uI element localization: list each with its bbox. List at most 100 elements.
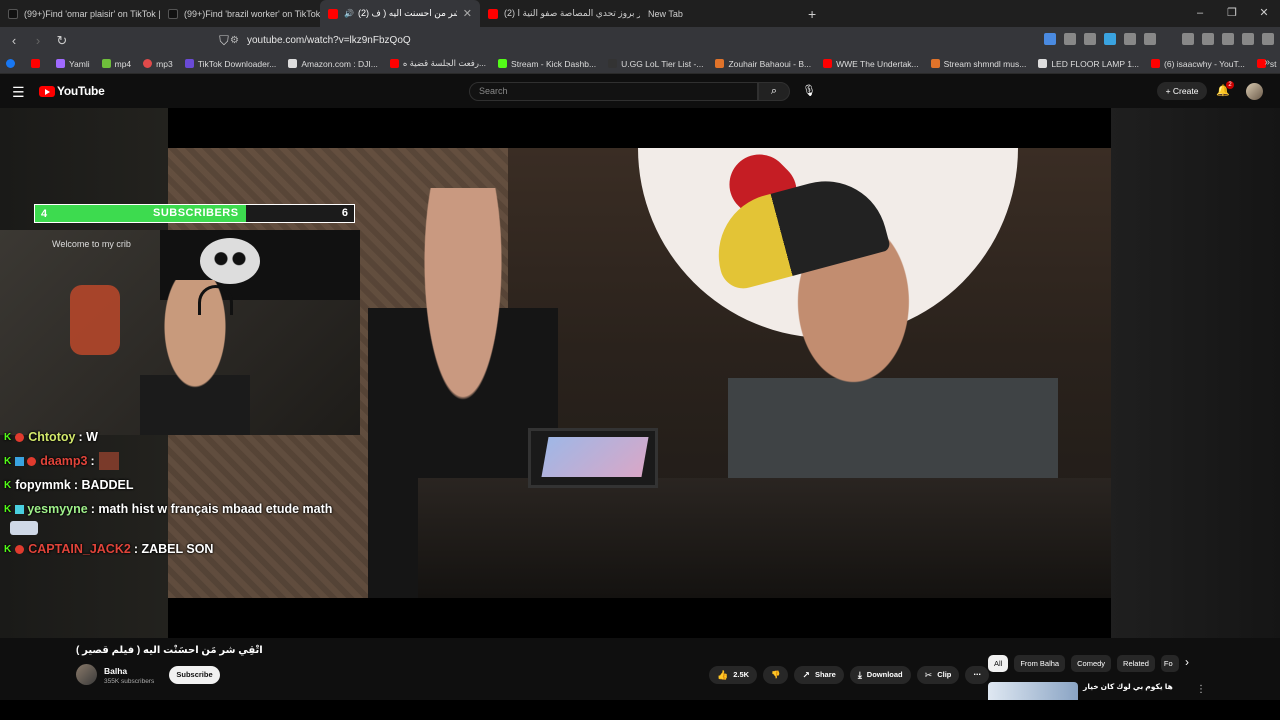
youtube-icon (488, 8, 498, 19)
bookmark-item[interactable]: WWE The Undertak... (823, 59, 919, 69)
browser-tab[interactable]: (2) امير بروز تحدي المصاصة صفو النية ا (480, 0, 640, 27)
tab-title: (2) امير بروز تحدي المصاصة صفو النية ا (504, 8, 640, 18)
chip-comedy[interactable]: Comedy (1071, 655, 1112, 672)
subscriber-goal-target: 6 (341, 207, 348, 219)
tiktok-icon (8, 8, 18, 19)
site-info-icon[interactable]: ⚙ (230, 35, 239, 46)
bookmark-item[interactable]: LED FLOOR LAMP 1... (1038, 59, 1139, 69)
chat-emote (10, 521, 38, 535)
bookmark-item[interactable]: mp4 (101, 59, 131, 69)
hamburger-menu-icon[interactable]: ☰ (12, 84, 25, 101)
clip-button[interactable]: ✂ Clip (916, 666, 960, 684)
extension-icon[interactable] (1124, 33, 1136, 45)
channel-avatar[interactable] (76, 664, 97, 685)
browser-tab[interactable]: New Tab (640, 0, 800, 27)
chat-text: math hist w français mbaad etude math (98, 502, 333, 516)
more-icon: ⋯ (973, 670, 981, 679)
new-tab-button[interactable]: + (800, 0, 824, 27)
close-tab-icon[interactable]: ✕ (463, 7, 472, 20)
search-button[interactable]: ⌕ (758, 82, 790, 101)
create-button[interactable]: + Create (1157, 82, 1207, 100)
browser-tab-active[interactable]: 🔊 (2) القي شر من احسنت اليه ( ف ✕ (320, 0, 480, 27)
chat-username: Chtotoy (28, 430, 76, 444)
url-input[interactable]: ⚙ youtube.com/watch?v=lkz9nFbzQoQ (230, 32, 960, 49)
browser-tab[interactable]: (99+)Find 'brazil worker' on TikTok | T (160, 0, 320, 27)
profile-icon[interactable] (1242, 33, 1254, 45)
bookmark-item[interactable]: Stream shmndl mus... (930, 59, 1026, 69)
notification-count-badge: 2 (1226, 81, 1234, 89)
chip-from-channel[interactable]: From Balha (1014, 655, 1066, 672)
download-icon (101, 59, 111, 68)
bookmark-item[interactable]: U.GG LoL Tier List -... (608, 59, 703, 69)
subscribe-button[interactable]: Subscribe (169, 666, 220, 684)
voice-search-button[interactable]: 🎙 (799, 82, 819, 101)
window-controls: – ❐ ✕ (1184, 0, 1280, 27)
browser-tab[interactable]: (99+)Find 'omar plaisir' on TikTok | T (0, 0, 160, 27)
forward-icon[interactable]: › (28, 33, 48, 48)
kick-badge-icon: K (4, 503, 12, 515)
chevron-right-icon[interactable]: › (1185, 655, 1189, 669)
chip-more[interactable]: Fo (1160, 655, 1179, 672)
more-actions-button[interactable]: ⋯ (965, 666, 989, 684)
bookmark-item[interactable]: Zouhair Bahaoui - B... (715, 59, 811, 69)
bookmark-item[interactable]: mp3 (143, 59, 173, 69)
bookmark-item[interactable]: TikTok Downloader... (184, 59, 276, 69)
music-icon[interactable] (1182, 33, 1194, 45)
recommended-video-title[interactable]: ها يكوم بي لوك كان خيار (1083, 682, 1173, 691)
sidebar-icon[interactable] (1202, 33, 1214, 45)
wallet-icon[interactable] (1222, 33, 1234, 45)
subscriber-goal-bar: 4 SUBSCRIBERS 6 (34, 204, 355, 223)
chip-all[interactable]: All (988, 655, 1009, 672)
video-actions: 👍 2.5K 👎 ↗ Share ⤓ Download ✂ Clip ⋯ (709, 666, 989, 684)
channel-name[interactable]: Balha (104, 666, 127, 676)
kick-icon (498, 59, 508, 68)
search-input[interactable]: Search (469, 82, 758, 101)
bookmark-item[interactable]: Amazon.com : DJI... (288, 59, 378, 69)
share-button[interactable]: ↗ Share (794, 666, 844, 684)
video-player[interactable]: 4 SUBSCRIBERS 6 Welcome to my crib K Cht… (0, 108, 1280, 638)
youtube-logo[interactable]: YouTube (39, 84, 105, 98)
account-avatar[interactable] (1246, 83, 1263, 100)
reload-icon[interactable]: ↻ (52, 33, 72, 49)
extension-icon[interactable] (1104, 33, 1116, 45)
mp3-icon (143, 59, 153, 68)
extension-icon[interactable] (1084, 33, 1096, 45)
like-button[interactable]: 👍 2.5K (709, 666, 758, 684)
bookmark-item[interactable] (31, 59, 44, 68)
dislike-button[interactable]: 👎 (763, 666, 789, 684)
channel-subscriber-count: 355K subscribers (104, 678, 155, 685)
bookmark-item[interactable]: رفعت الجلسة قضية ه... (389, 58, 486, 69)
extension-icon[interactable] (1144, 33, 1156, 45)
scene-pos-screen (541, 437, 649, 477)
extension-icon[interactable] (1064, 33, 1076, 45)
close-window-button[interactable]: ✕ (1248, 0, 1280, 27)
bookmark-item[interactable]: Yamli (56, 59, 90, 69)
subscriber-goal-current: 4 (41, 207, 48, 220)
download-icon: ⤓ (857, 670, 862, 680)
search-icon: ⌕ (770, 85, 778, 97)
download-button[interactable]: ⤓ Download (849, 666, 911, 684)
chip-related[interactable]: Related (1117, 655, 1155, 672)
back-icon[interactable]: ‹ (4, 33, 24, 48)
minimize-button[interactable]: – (1184, 0, 1216, 27)
bookmark-item[interactable]: Stream - Kick Dashb... (498, 59, 596, 69)
amazon-icon (288, 59, 298, 68)
thumbs-up-icon: 👍 (717, 670, 729, 680)
more-bookmarks-icon[interactable]: » (1264, 57, 1270, 68)
chat-username: fopymmk (15, 478, 71, 492)
bookmark-item[interactable]: (6) isaacwhy - YouT... (1151, 59, 1245, 69)
maximize-button[interactable]: ❐ (1216, 0, 1248, 27)
menu-icon[interactable] (1262, 33, 1274, 45)
bookmark-item[interactable] (6, 59, 19, 68)
speaker-icon[interactable]: 🔊 (344, 9, 354, 18)
recommended-video-thumbnail[interactable] (988, 682, 1078, 700)
bookmarks-bar: Yamli mp4 mp3 TikTok Downloader... Amazo… (0, 54, 1280, 74)
video-info-section: اتْقِي شر مَن احسَنْت اليه ( فيلم قصير )… (0, 638, 1280, 700)
tiktok-icon (168, 8, 178, 19)
plus-icon: + (1165, 86, 1173, 96)
headphones-icon (198, 285, 233, 315)
youtube-icon (31, 59, 40, 68)
extension-icon[interactable] (1044, 33, 1056, 45)
ambient-glow (1110, 108, 1280, 638)
more-vertical-icon[interactable]: ⋮ (1196, 684, 1206, 695)
